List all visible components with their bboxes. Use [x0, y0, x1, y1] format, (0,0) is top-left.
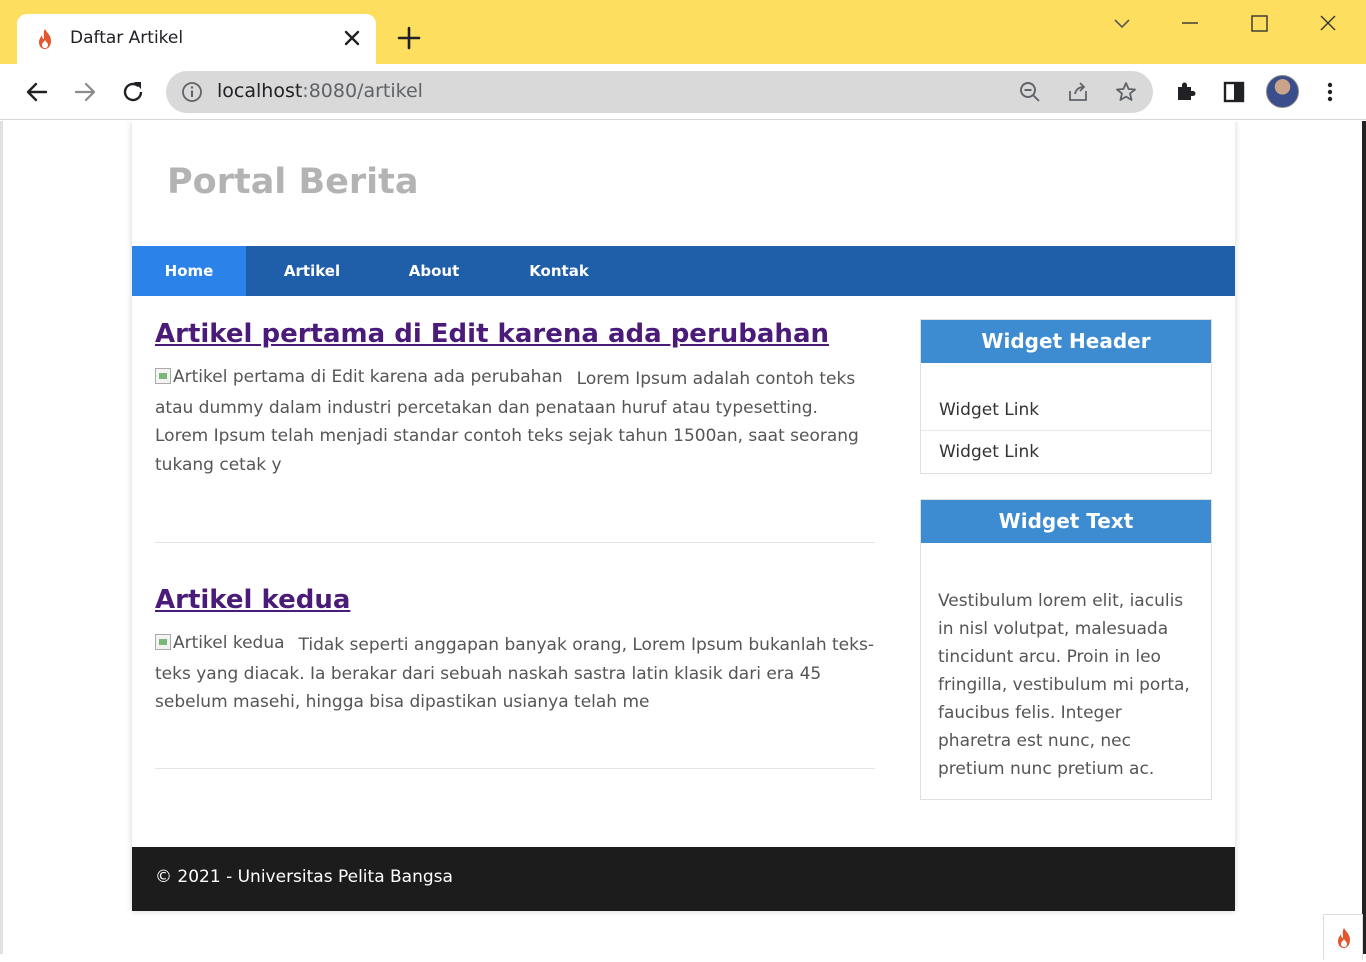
tab-search-chevron-icon[interactable] — [1106, 8, 1138, 40]
widget-header-title: Widget Header — [921, 320, 1211, 363]
zoom-out-icon[interactable] — [1018, 80, 1042, 104]
share-icon[interactable] — [1066, 80, 1090, 104]
minimize-icon[interactable] — [1174, 8, 1206, 40]
widget-links: Widget Header Widget Link Widget Link — [920, 319, 1212, 474]
profile-avatar[interactable] — [1266, 75, 1299, 108]
url-path: :8080/artikel — [302, 80, 423, 102]
bookmark-star-icon[interactable] — [1114, 80, 1138, 104]
flame-icon — [39, 29, 51, 49]
more-menu-icon[interactable] — [1316, 78, 1344, 106]
forward-arrow-icon[interactable] — [71, 78, 99, 106]
corner-flame-badge[interactable] — [1323, 914, 1363, 960]
site-header: Portal Berita — [132, 121, 1235, 246]
browser-tab-active[interactable]: Daftar Artikel — [17, 14, 376, 64]
article-image-alt: Artikel kedua — [173, 633, 285, 653]
nav-item-kontak[interactable]: Kontak — [509, 246, 609, 296]
browser-tab-strip: Daftar Artikel — [0, 0, 1366, 64]
article-image-alt: Artikel pertama di Edit karena ada perub… — [173, 367, 563, 387]
site-footer: © 2021 - Universitas Pelita Bangsa — [132, 847, 1235, 911]
article-body: Artikel kedua Tidak seperti anggapan bany… — [155, 631, 875, 717]
widget-text-title: Widget Text — [921, 500, 1211, 543]
nav-item-artikel[interactable]: Artikel — [262, 246, 362, 296]
browser-toolbar: localhost:8080/artikel — [0, 64, 1366, 120]
tab-title: Daftar Artikel — [70, 28, 184, 48]
extensions-puzzle-icon[interactable] — [1172, 78, 1200, 106]
article-title-link[interactable]: Artikel pertama di Edit karena ada perub… — [155, 319, 875, 349]
site-container: Portal Berita Home Artikel About Kontak … — [132, 121, 1235, 911]
close-window-icon[interactable] — [1312, 8, 1344, 40]
widget-link[interactable]: Widget Link — [921, 389, 1211, 431]
reload-icon[interactable] — [119, 78, 147, 106]
article-title-link[interactable]: Artikel kedua — [155, 585, 875, 615]
address-bar[interactable]: localhost:8080/artikel — [166, 71, 1153, 113]
main-nav: Home Artikel About Kontak — [132, 246, 1235, 296]
broken-image-icon — [155, 634, 171, 650]
close-tab-icon[interactable] — [340, 26, 364, 50]
broken-image-icon — [155, 368, 171, 384]
background-window-edge-right — [1362, 121, 1366, 954]
footer-copyright: © 2021 - Universitas Pelita Bangsa — [155, 867, 453, 887]
nav-item-home[interactable]: Home — [132, 246, 246, 296]
article-body: Artikel pertama di Edit karena ada perub… — [155, 365, 875, 479]
nav-item-about[interactable]: About — [384, 246, 484, 296]
page-viewport: Portal Berita Home Artikel About Kontak … — [3, 121, 1362, 954]
article-item: Artikel pertama di Edit karena ada perub… — [155, 319, 875, 543]
article-image: Artikel kedua — [155, 631, 285, 655]
article-item: Artikel kedua Artikel kedua Tidak seperti… — [155, 585, 875, 769]
maximize-icon[interactable] — [1243, 8, 1275, 40]
flame-icon — [1338, 928, 1350, 948]
widget-link[interactable]: Widget Link — [921, 431, 1211, 473]
site-title: Portal Berita — [167, 162, 419, 202]
new-tab-icon[interactable] — [395, 24, 423, 52]
widget-link-list: Widget Link Widget Link — [921, 363, 1211, 473]
side-panel-icon[interactable] — [1220, 78, 1248, 106]
article-image: Artikel pertama di Edit karena ada perub… — [155, 365, 563, 389]
widget-text: Widget Text Vestibulum lorem elit, iacul… — [920, 499, 1212, 800]
back-arrow-icon[interactable] — [23, 78, 51, 106]
url-host: localhost — [217, 80, 303, 102]
url-text[interactable]: localhost:8080/artikel — [217, 80, 423, 102]
site-info-icon[interactable] — [180, 80, 204, 104]
widget-text-body: Vestibulum lorem elit, iaculis in nisl v… — [938, 591, 1190, 779]
